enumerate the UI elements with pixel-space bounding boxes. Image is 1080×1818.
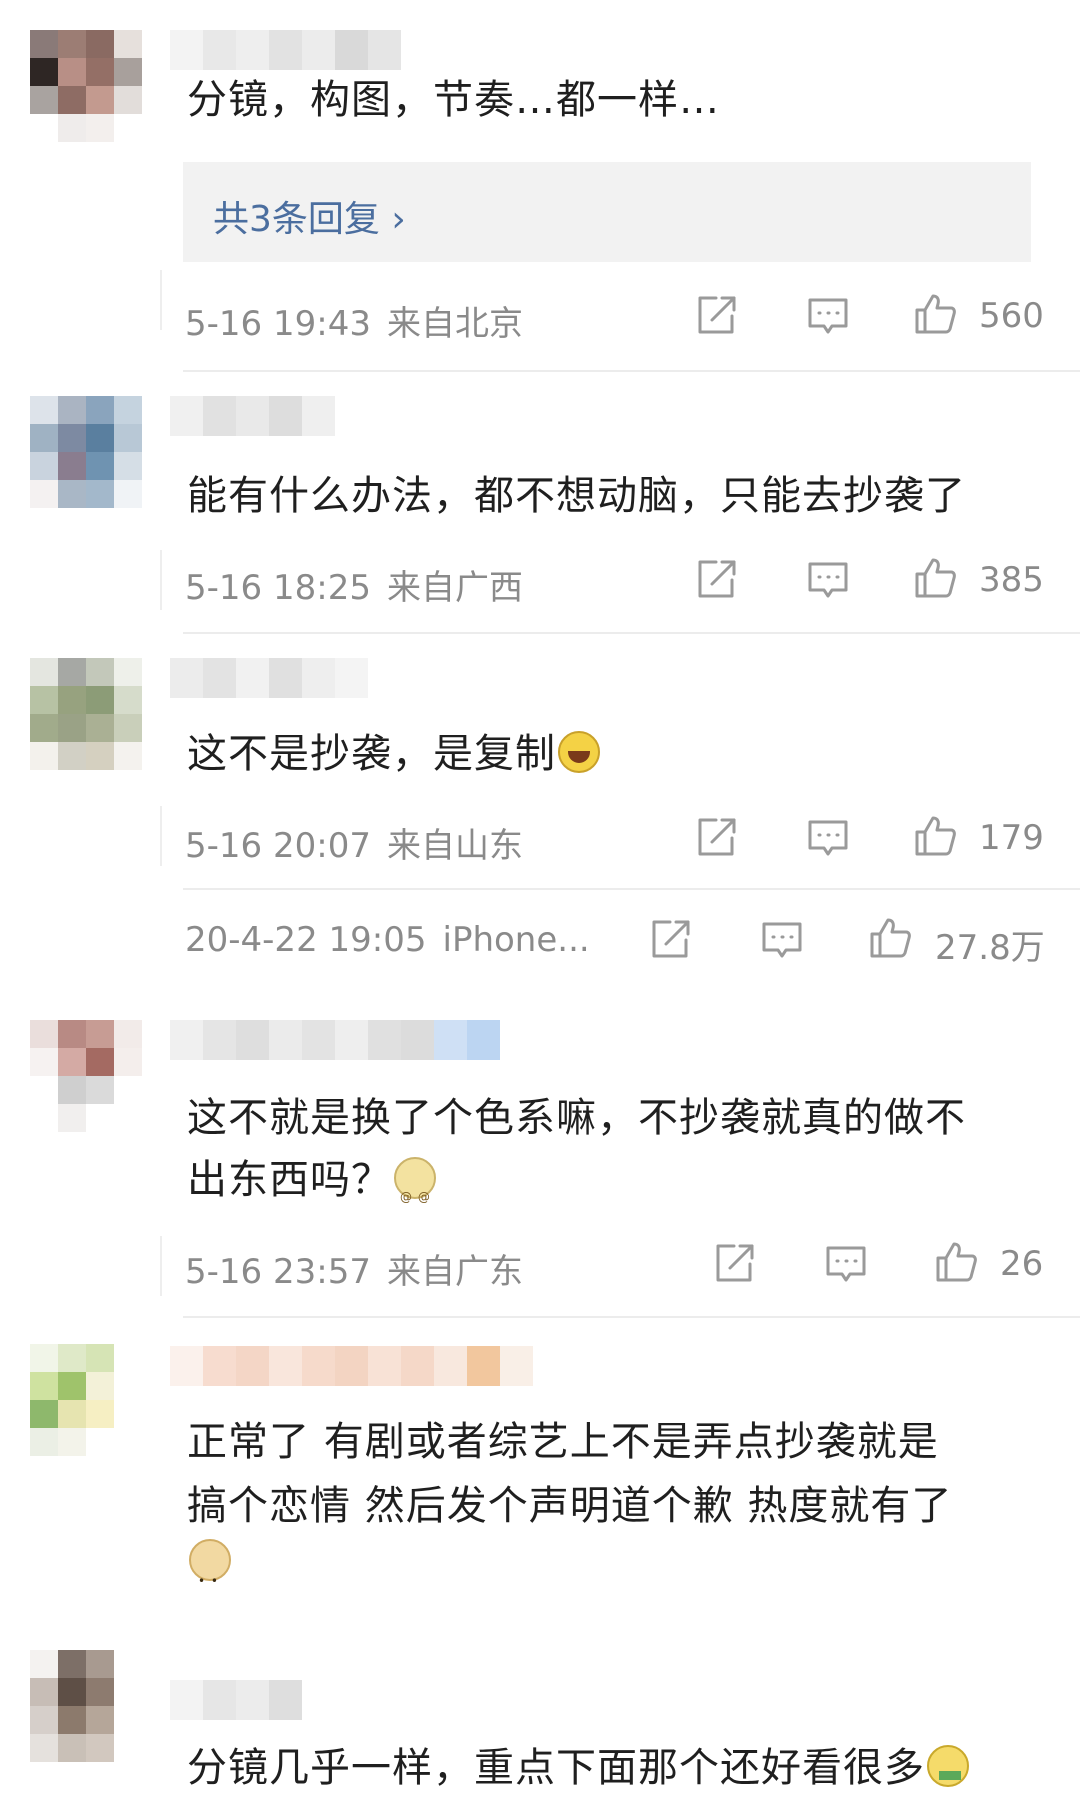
like-icon[interactable] — [913, 556, 957, 600]
comment-meta: 5-16 18:25 来自广西 — [185, 560, 523, 609]
username-blurred[interactable] — [170, 1680, 302, 1720]
like-count: 179 — [979, 818, 1044, 858]
comment-icon[interactable] — [760, 918, 804, 962]
like-icon[interactable] — [934, 1240, 978, 1284]
avatar[interactable] — [30, 30, 170, 170]
username-blurred[interactable] — [170, 30, 401, 70]
like-icon[interactable] — [913, 292, 957, 336]
like-count: 385 — [979, 560, 1044, 600]
view-replies-button[interactable]: 共3条回复 › — [183, 162, 1031, 262]
comment-icon[interactable] — [824, 1242, 868, 1286]
username-blurred[interactable] — [170, 1346, 533, 1386]
username-blurred[interactable] — [170, 658, 368, 698]
avatar[interactable] — [30, 1650, 170, 1790]
timestamp: 5-16 20:07 — [185, 826, 371, 866]
share-icon[interactable] — [694, 294, 738, 338]
timestamp: 20-4-22 19:05 — [185, 920, 427, 960]
comment-text-line: 正常了 有剧或者综艺上不是弄点抄袭就是 — [187, 1419, 939, 1465]
avatar[interactable] — [30, 396, 170, 536]
comment-text-line: 出东西吗？ — [187, 1148, 436, 1229]
timestamp: 5-16 19:43 — [185, 304, 371, 344]
like-icon[interactable] — [868, 916, 912, 960]
comment-text: 分镜，构图，节奏…都一样… — [187, 77, 720, 123]
timestamp: 5-16 18:25 — [185, 568, 371, 608]
location: 来自广东 — [386, 1252, 523, 1292]
like-count: 560 — [979, 296, 1044, 336]
comment-icon[interactable] — [806, 294, 850, 338]
divider — [183, 370, 1080, 372]
doge-emoji-icon — [189, 1539, 231, 1613]
share-icon[interactable] — [694, 558, 738, 602]
source-device: iPhone... — [442, 920, 590, 960]
timestamp: 5-16 23:57 — [185, 1252, 371, 1292]
comment-text: 分镜几乎一样，重点下面那个还好看很多 — [187, 1736, 969, 1800]
share-icon[interactable] — [712, 1242, 756, 1286]
comment-text: 能有什么办法，都不想动脑，只能去抄袭了 — [187, 473, 966, 519]
like-icon[interactable] — [913, 814, 957, 858]
location: 来自北京 — [386, 304, 523, 344]
avatar[interactable] — [30, 1344, 170, 1484]
username-blurred[interactable] — [170, 396, 335, 436]
like-count: 26 — [1000, 1244, 1044, 1284]
post-meta: 20-4-22 19:05 iPhone... — [185, 920, 590, 960]
comment-meta: 5-16 19:43 来自北京 — [185, 296, 523, 345]
comment-emoji-line — [187, 1530, 231, 1613]
laughing-tears-emoji-icon — [558, 731, 600, 773]
comment-text: 这不是抄袭，是复制 — [187, 722, 600, 786]
divider — [183, 632, 1080, 634]
comment-icon[interactable] — [806, 558, 850, 602]
comment-text-line: 搞个恋情 然后发个声明道个歉 热度就有了 — [187, 1483, 953, 1529]
location: 来自山东 — [386, 826, 523, 866]
comment-text-line: 这不就是换了个色系嘛，不抄袭就真的做不 — [187, 1095, 966, 1141]
like-count: 27.8万 — [935, 928, 1045, 968]
share-icon[interactable] — [694, 816, 738, 860]
avatar[interactable] — [30, 1020, 170, 1160]
comment-meta: 5-16 20:07 来自山东 — [185, 818, 523, 867]
share-icon[interactable] — [648, 918, 692, 962]
divider — [183, 1316, 1080, 1318]
location: 来自广西 — [386, 568, 523, 608]
comment-icon[interactable] — [806, 816, 850, 860]
dizzy-face-emoji-icon — [394, 1157, 436, 1229]
divider — [183, 888, 1080, 890]
money-emoji-icon — [927, 1745, 969, 1787]
comment-meta: 5-16 23:57 来自广东 — [185, 1244, 523, 1293]
avatar[interactable] — [30, 658, 170, 798]
reply-count-link[interactable]: 共3条回复 › — [213, 190, 406, 242]
username-blurred[interactable] — [170, 1020, 500, 1060]
